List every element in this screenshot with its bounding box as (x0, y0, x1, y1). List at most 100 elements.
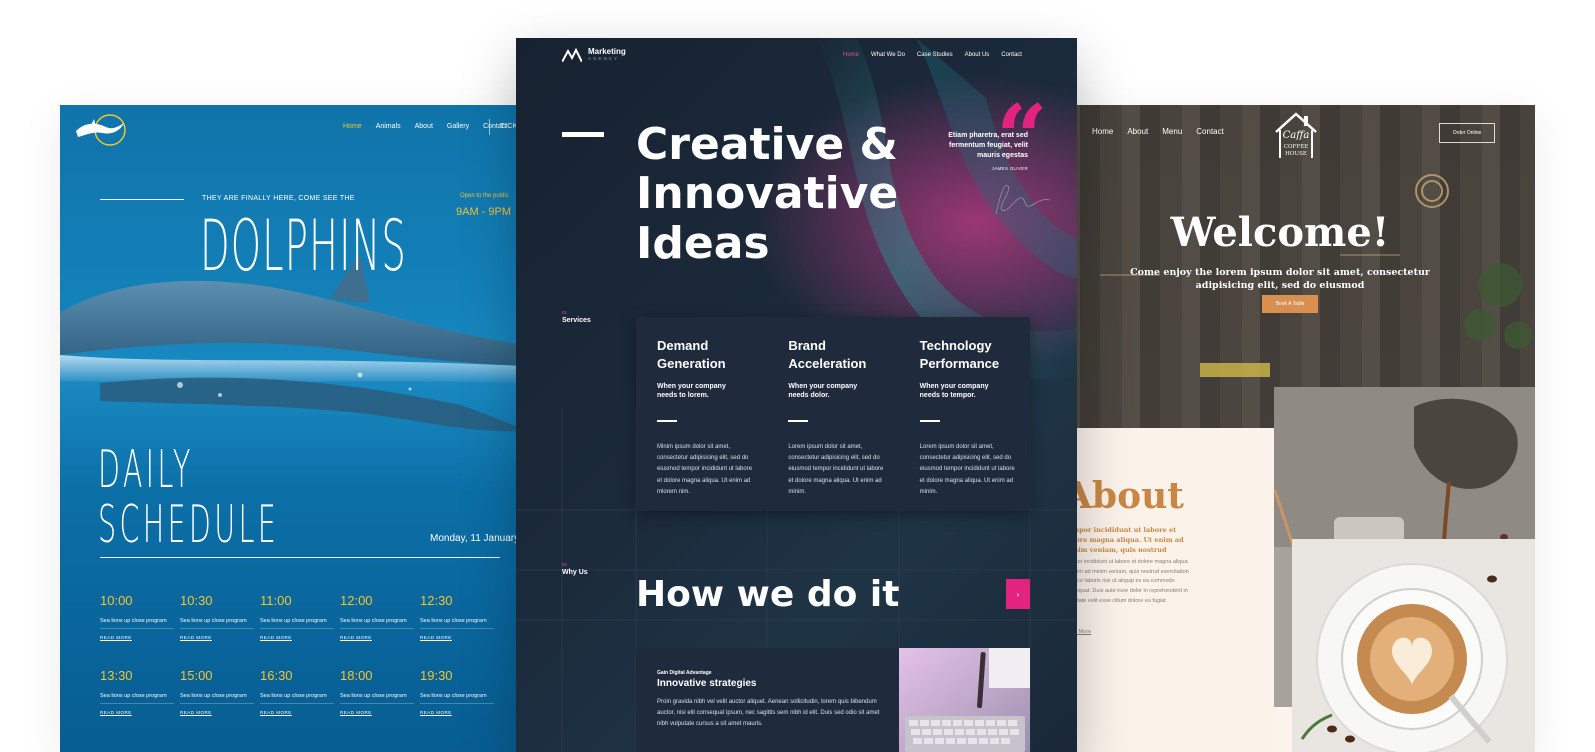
slot-desc: Sea lions up close program (100, 693, 174, 704)
nav-animals[interactable]: Animals (376, 123, 401, 130)
tagline-rule (100, 199, 184, 200)
slot-time: 16:30 (260, 668, 293, 683)
welcome-subtitle: Come enjoy the lorem ipsum dolor sit ame… (1130, 267, 1430, 291)
marketing-site-preview: Marketing AGENCY Home What We Do Case St… (516, 38, 1077, 752)
service-title: Technology Performance (920, 337, 1030, 372)
service-title-line-1: Brand (788, 338, 826, 353)
next-button[interactable]: › (1006, 579, 1030, 609)
nav-divider (489, 119, 490, 135)
schedule-heading-line-2: SCHEDULE (98, 494, 280, 555)
slot-desc: Sea lions up close program (100, 618, 174, 629)
slot-read-more-link[interactable]: READ MORE (340, 635, 420, 640)
nav-about-us[interactable]: About Us (965, 52, 990, 58)
slot-read-more-link[interactable]: READ MORE (260, 635, 340, 640)
agency-logo[interactable]: Marketing AGENCY (562, 48, 626, 62)
service-card: Demand Generation When your company needs … (636, 317, 767, 511)
service-subtitle-line-2: needs to lorem. (657, 392, 709, 400)
service-body: Lorem ipsum dolor sit amet, consectetur … (919, 444, 1015, 495)
nav-menu[interactable]: Menu (1162, 127, 1182, 136)
nav-about[interactable]: About (1127, 127, 1148, 136)
logo-text-2: HOUSE (1285, 151, 1307, 157)
schedule-slot: 11:00 Sea lions up close program READ MORE (260, 593, 340, 640)
nav-contact[interactable]: Contact (1196, 127, 1224, 136)
aquarium-logo-icon[interactable] (72, 113, 128, 147)
book-table-button[interactable]: Book A Table (1262, 295, 1318, 313)
service-divider (919, 420, 940, 423)
service-title-line-2: Acceleration (788, 355, 867, 371)
order-online-button[interactable]: Order Online (1439, 123, 1495, 143)
service-title-line-1: Demand (657, 338, 709, 353)
nav-what-we-do[interactable]: What We Do (871, 52, 905, 58)
slot-read-more-link[interactable]: READ MORE (340, 710, 420, 715)
schedule-heading-line-1: DAILY (98, 440, 194, 500)
slot-read-more-link[interactable]: READ MORE (100, 635, 180, 640)
service-subtitle-line-1: When your company (657, 383, 726, 391)
desk-keyboard-photo (899, 648, 1030, 752)
slot-time: 11:00 (260, 593, 292, 608)
schedule-date: Monday, 11 January (430, 533, 520, 544)
headline-line-1: Creative & (636, 119, 898, 170)
strategy-body: Proin gravida nibh vel velit auctor aliq… (657, 699, 880, 728)
schedule-slot: 19:30 Sea lions up close program READ MORE (420, 668, 500, 715)
service-subtitle-line-1: When your company (919, 383, 989, 391)
service-body: Lorem ipsum dolor sit amet, consectetur … (788, 444, 884, 495)
headline-line-3: Ideas (636, 217, 770, 269)
nav-about[interactable]: About (415, 123, 433, 130)
slot-time: 18:00 (340, 668, 373, 683)
slot-desc: Sea lions up close program (420, 618, 494, 629)
slot-time: 12:30 (420, 593, 453, 608)
schedule-slot: 12:00 Sea lions up close program READ MORE (340, 593, 420, 640)
nav-home[interactable]: Home (843, 52, 859, 58)
service-subtitle: When your company needs dolor. (788, 382, 898, 400)
service-title-line-2: Performance (919, 355, 1000, 371)
hero-tagline: THEY ARE FINALLY HERE, COME SEE THE (202, 195, 355, 202)
headline-line-2: Innovative (636, 168, 899, 220)
service-card: Brand Acceleration When your company needs… (767, 317, 898, 511)
about-heading: About (1064, 475, 1184, 517)
how-heading: How we do it (636, 574, 900, 615)
slot-desc: Sea lions up close program (340, 618, 414, 629)
slot-read-more-link[interactable]: READ MORE (180, 635, 260, 640)
slot-time: 10:30 (180, 593, 213, 608)
nav-home[interactable]: Home (1092, 127, 1113, 136)
service-title: Brand Acceleration (788, 337, 898, 372)
service-title-line-2: Generation (657, 355, 726, 371)
why-label: Why Us (562, 569, 588, 576)
schedule-slot: 10:30 Sea lions up close program READ MORE (180, 593, 260, 640)
slot-time: 15:00 (180, 668, 213, 683)
schedule-rule (100, 557, 500, 558)
slot-read-more-link[interactable]: READ MORE (180, 710, 260, 715)
agency-nav: Home What We Do Case Studies About Us Co… (843, 52, 1022, 58)
schedule-slot: 13:30 Sea lions up close program READ MORE (100, 668, 180, 715)
testimonial-quote: Etiam pharetra, erat sed fermentum feugi… (948, 132, 1028, 159)
slot-read-more-link[interactable]: READ MORE (420, 710, 500, 715)
service-title-line-1: Technology (919, 338, 992, 353)
nav-gallery[interactable]: Gallery (447, 123, 469, 130)
slot-read-more-link[interactable]: READ MORE (420, 635, 500, 640)
service-subtitle: When your company needs to lorem. (657, 382, 767, 400)
brand-name: Marketing (588, 47, 626, 57)
slot-desc: Sea lions up close program (180, 693, 254, 704)
hero-title: DOLPHINS (200, 205, 407, 287)
welcome-heading: Welcome! (1170, 209, 1390, 256)
slot-read-more-link[interactable]: READ MORE (100, 710, 180, 715)
service-card: Technology Performance When your company n… (899, 317, 1030, 511)
slot-read-more-link[interactable]: READ MORE (260, 710, 340, 715)
nav-contact[interactable]: Contact (1001, 52, 1022, 58)
schedule-slot: 18:00 Sea lions up close program READ MORE (340, 668, 420, 715)
main-nav: Home Animals About Gallery Contact (343, 123, 507, 130)
coffee-house-logo-icon[interactable]: Caffa COFFEE HOUSE (1266, 108, 1326, 160)
service-divider (657, 420, 677, 423)
services-panel: Demand Generation When your company needs … (636, 317, 1030, 511)
nav-case-studies[interactable]: Case Studies (917, 52, 953, 58)
nav-home[interactable]: Home (343, 123, 362, 130)
mountain-logo-icon (562, 48, 582, 62)
slot-time: 19:30 (420, 668, 453, 683)
service-divider (788, 420, 809, 423)
service-subtitle-line-2: needs to tempor. (919, 392, 976, 400)
agency-logo-text: Marketing AGENCY (588, 47, 626, 62)
signature-icon (995, 184, 1051, 215)
service-body: Minim ipsum dolor sit amet, consectetur … (657, 444, 753, 495)
strategy-title: Innovative strategies (657, 678, 757, 689)
chevron-right-icon: › (1016, 589, 1020, 599)
